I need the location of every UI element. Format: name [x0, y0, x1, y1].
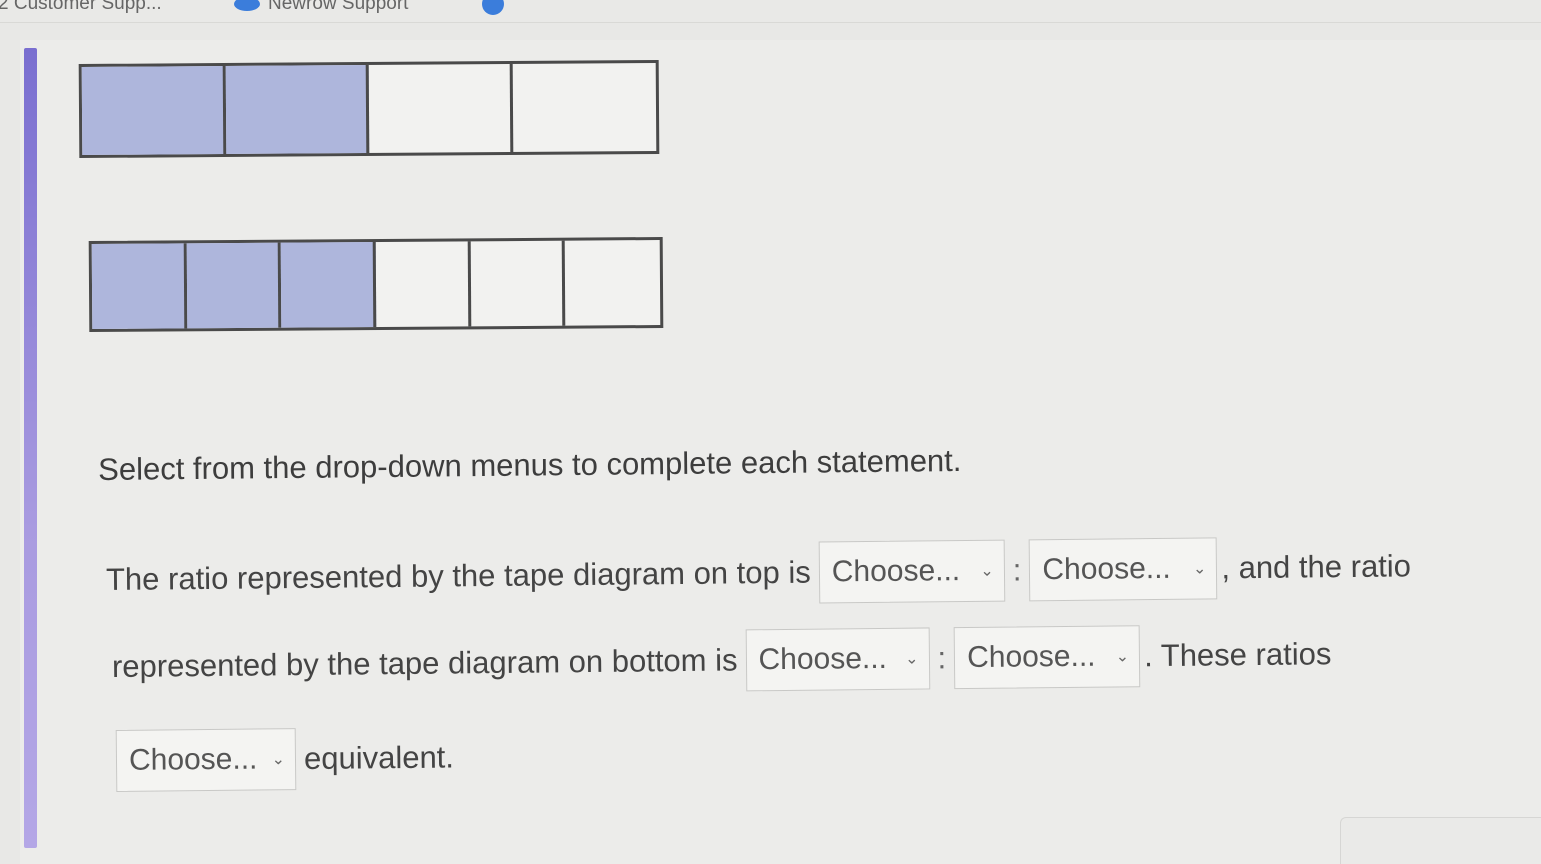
dropdown-value: Choose...: [128, 742, 258, 777]
dropdown-value: Choose...: [831, 554, 961, 589]
statement-text: represented by the tape diagram on botto…: [111, 642, 738, 684]
chevron-down-icon: ⌄: [271, 751, 286, 769]
tape-cell-shaded: [91, 243, 187, 329]
tape-cell-shaded: [281, 242, 377, 328]
bookmarks-bar: 2 Customer Supp... Newrow Support: [0, 0, 1541, 23]
dropdown-value: Choose...: [758, 641, 888, 677]
tape-cell-empty: [375, 241, 471, 327]
chevron-down-icon: ⌄: [1192, 560, 1207, 578]
statement-line-1: The ratio represented by the tape diagra…: [106, 534, 1412, 612]
bottom-ratio-second-dropdown[interactable]: Choose... ⌄: [953, 625, 1141, 690]
tape-cell-empty: [565, 240, 660, 326]
bookmark-customer-support[interactable]: 2 Customer Supp...: [0, 0, 162, 15]
chevron-down-icon: ⌄: [905, 650, 919, 668]
bookmark-newrow-support[interactable]: Newrow Support: [234, 0, 408, 15]
ratio-colon: :: [1012, 552, 1022, 588]
statement-text: , and the ratio: [1221, 548, 1412, 586]
tape-cell-shaded: [186, 242, 282, 329]
statement-text: . These ratios: [1143, 636, 1332, 674]
cloud-icon: [234, 0, 260, 11]
bottom-ratio-first-dropdown[interactable]: Choose... ⌄: [745, 627, 930, 692]
tape-cell-empty: [470, 240, 566, 327]
tape-cell-empty: [512, 63, 656, 152]
footer-corner-panel: [1340, 817, 1541, 864]
ratio-colon: :: [937, 640, 947, 676]
chevron-down-icon: ⌄: [1115, 648, 1130, 666]
bookmark-label: Newrow Support: [268, 0, 409, 14]
statement-text: The ratio represented by the tape diagra…: [105, 554, 811, 597]
dropdown-value: Choose...: [966, 639, 1096, 675]
bookmark-label: 2 Customer Supp...: [0, 0, 162, 14]
top-ratio-second-dropdown[interactable]: Choose... ⌄: [1029, 537, 1218, 602]
bookmark-globe[interactable]: [482, 0, 504, 15]
tape-cell-empty: [368, 63, 513, 153]
tape-cell-shaded: [81, 66, 226, 156]
statement-line-2: represented by the tape diagram on botto…: [112, 621, 1332, 700]
equivalence-dropdown[interactable]: Choose... ⌄: [115, 728, 297, 792]
dropdown-value: Choose...: [1042, 551, 1171, 587]
globe-icon: [482, 0, 504, 15]
statement-line-3: Choose... ⌄ equivalent.: [115, 726, 455, 792]
tape-cell-shaded: [225, 65, 370, 155]
tape-diagram-top: [78, 59, 660, 159]
top-ratio-first-dropdown[interactable]: Choose... ⌄: [818, 539, 1006, 604]
tape-diagram-bottom: [88, 236, 664, 333]
statement-text: equivalent.: [303, 739, 455, 777]
chevron-down-icon: ⌄: [980, 562, 994, 580]
question-accent-bar: [24, 48, 37, 848]
